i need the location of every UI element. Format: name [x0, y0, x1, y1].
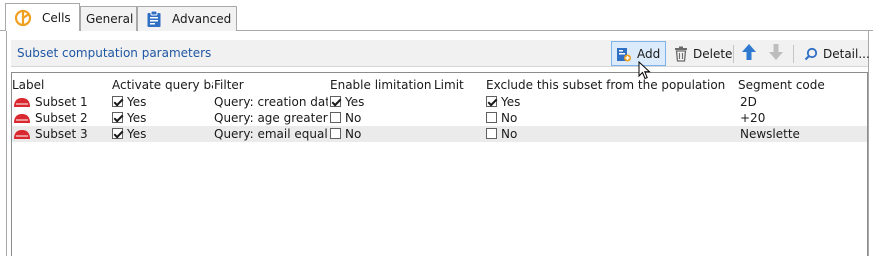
activate-query-value: Yes	[127, 111, 147, 125]
activate-query-checkbox[interactable]	[112, 112, 123, 123]
subset-label: Subset 2	[35, 111, 88, 125]
arrow-up-icon	[741, 43, 757, 64]
subset-icon	[13, 112, 31, 126]
enable-limitation-cell[interactable]: No	[330, 126, 432, 142]
arrow-down-icon	[768, 43, 784, 64]
subset-label: Subset 3	[35, 127, 88, 141]
toolbar-separator	[733, 45, 734, 63]
delete-button-label: Delete	[693, 46, 733, 61]
table-row[interactable]: Subset 2 Yes Query: age greater th.. No …	[12, 110, 867, 126]
column-header-label[interactable]: Label	[12, 77, 110, 93]
magnifier-icon	[804, 47, 818, 61]
tab-strip: Cells General Advanced	[0, 0, 873, 31]
tab-general[interactable]: General	[80, 6, 137, 31]
segment-code-cell[interactable]: +20	[740, 110, 866, 126]
tab-cells[interactable]: Cells	[5, 3, 80, 31]
column-header-limit[interactable]: Limit	[434, 77, 484, 93]
enable-limitation-cell[interactable]: No	[330, 110, 432, 126]
activate-query-value: Yes	[127, 95, 147, 109]
enable-limitation-value: No	[345, 127, 362, 141]
limit-cell[interactable]	[434, 126, 484, 142]
subset-table: Label Activate query bas.. Filter Enable…	[11, 72, 868, 256]
table-row[interactable]: Subset 1 Yes Query: creation dat... Yes …	[12, 94, 867, 110]
enable-limitation-checkbox[interactable]	[330, 112, 341, 123]
limit-cell[interactable]	[434, 94, 484, 110]
activate-query-checkbox[interactable]	[112, 96, 123, 107]
toolbar: Subset computation parameters Add Delete…	[11, 40, 870, 67]
enable-limitation-checkbox[interactable]	[330, 96, 341, 107]
filter-cell[interactable]: Query: creation dat...	[214, 94, 328, 110]
segment-chart-icon	[14, 9, 32, 27]
column-header-filter[interactable]: Filter	[214, 77, 328, 93]
subset-icon	[13, 96, 31, 110]
column-header-activate-query[interactable]: Activate query bas..	[112, 77, 213, 93]
tab-cells-label: Cells	[42, 10, 71, 25]
exclude-cell[interactable]: No	[486, 110, 736, 126]
column-header-enable-limitation[interactable]: Enable limitation	[330, 77, 432, 93]
tab-general-label: General	[86, 12, 134, 26]
trash-icon	[674, 46, 688, 62]
add-subset-icon	[616, 45, 632, 63]
move-down-button[interactable]	[765, 41, 787, 66]
enable-limitation-checkbox[interactable]	[330, 128, 341, 139]
filter-cell[interactable]: Query: email equal t...	[214, 126, 328, 142]
row-label-cell: Subset 1	[13, 94, 110, 110]
column-header-segment-code[interactable]: Segment code	[738, 77, 866, 93]
add-button-label: Add	[637, 46, 661, 61]
clipboard-icon	[146, 10, 162, 28]
subset-icon	[13, 128, 31, 142]
exclude-checkbox[interactable]	[486, 128, 497, 139]
activate-query-cell[interactable]: Yes	[112, 110, 213, 126]
activate-query-cell[interactable]: Yes	[112, 94, 213, 110]
enable-limitation-value: No	[345, 111, 362, 125]
row-label-cell: Subset 3	[13, 126, 110, 142]
table-header: Label Activate query bas.. Filter Enable…	[12, 76, 867, 93]
exclude-value: No	[501, 111, 518, 125]
activate-query-cell[interactable]: Yes	[112, 126, 213, 142]
subset-label: Subset 1	[35, 95, 88, 109]
detail-button-label: Detail...	[823, 46, 870, 61]
exclude-value: No	[501, 127, 518, 141]
exclude-value: Yes	[501, 95, 521, 109]
segment-code-cell[interactable]: 2D	[740, 94, 866, 110]
row-label-cell: Subset 2	[13, 110, 110, 126]
tab-advanced[interactable]: Advanced	[137, 6, 237, 31]
exclude-checkbox[interactable]	[486, 96, 497, 107]
toolbar-title: Subset computation parameters	[17, 46, 212, 60]
table-row[interactable]: Subset 3 Yes Query: email equal t... No …	[12, 126, 867, 142]
limit-cell[interactable]	[434, 110, 484, 126]
column-header-exclude[interactable]: Exclude this subset from the population	[486, 77, 736, 93]
activate-query-value: Yes	[127, 127, 147, 141]
cells-panel: Subset computation parameters Add Delete…	[6, 30, 870, 256]
exclude-cell[interactable]: Yes	[486, 94, 736, 110]
exclude-cell[interactable]: No	[486, 126, 736, 142]
exclude-checkbox[interactable]	[486, 112, 497, 123]
toolbar-separator	[793, 45, 794, 63]
enable-limitation-value: Yes	[345, 95, 365, 109]
enable-limitation-cell[interactable]: Yes	[330, 94, 432, 110]
segment-code-cell[interactable]: Newslette	[740, 126, 866, 142]
filter-cell[interactable]: Query: age greater th..	[214, 110, 328, 126]
detail-button[interactable]: Detail...	[799, 41, 870, 66]
delete-button[interactable]: Delete	[669, 41, 733, 66]
move-up-button[interactable]	[738, 41, 760, 66]
activate-query-checkbox[interactable]	[112, 128, 123, 139]
tab-advanced-label: Advanced	[172, 12, 232, 26]
mouse-cursor-icon	[638, 60, 652, 84]
